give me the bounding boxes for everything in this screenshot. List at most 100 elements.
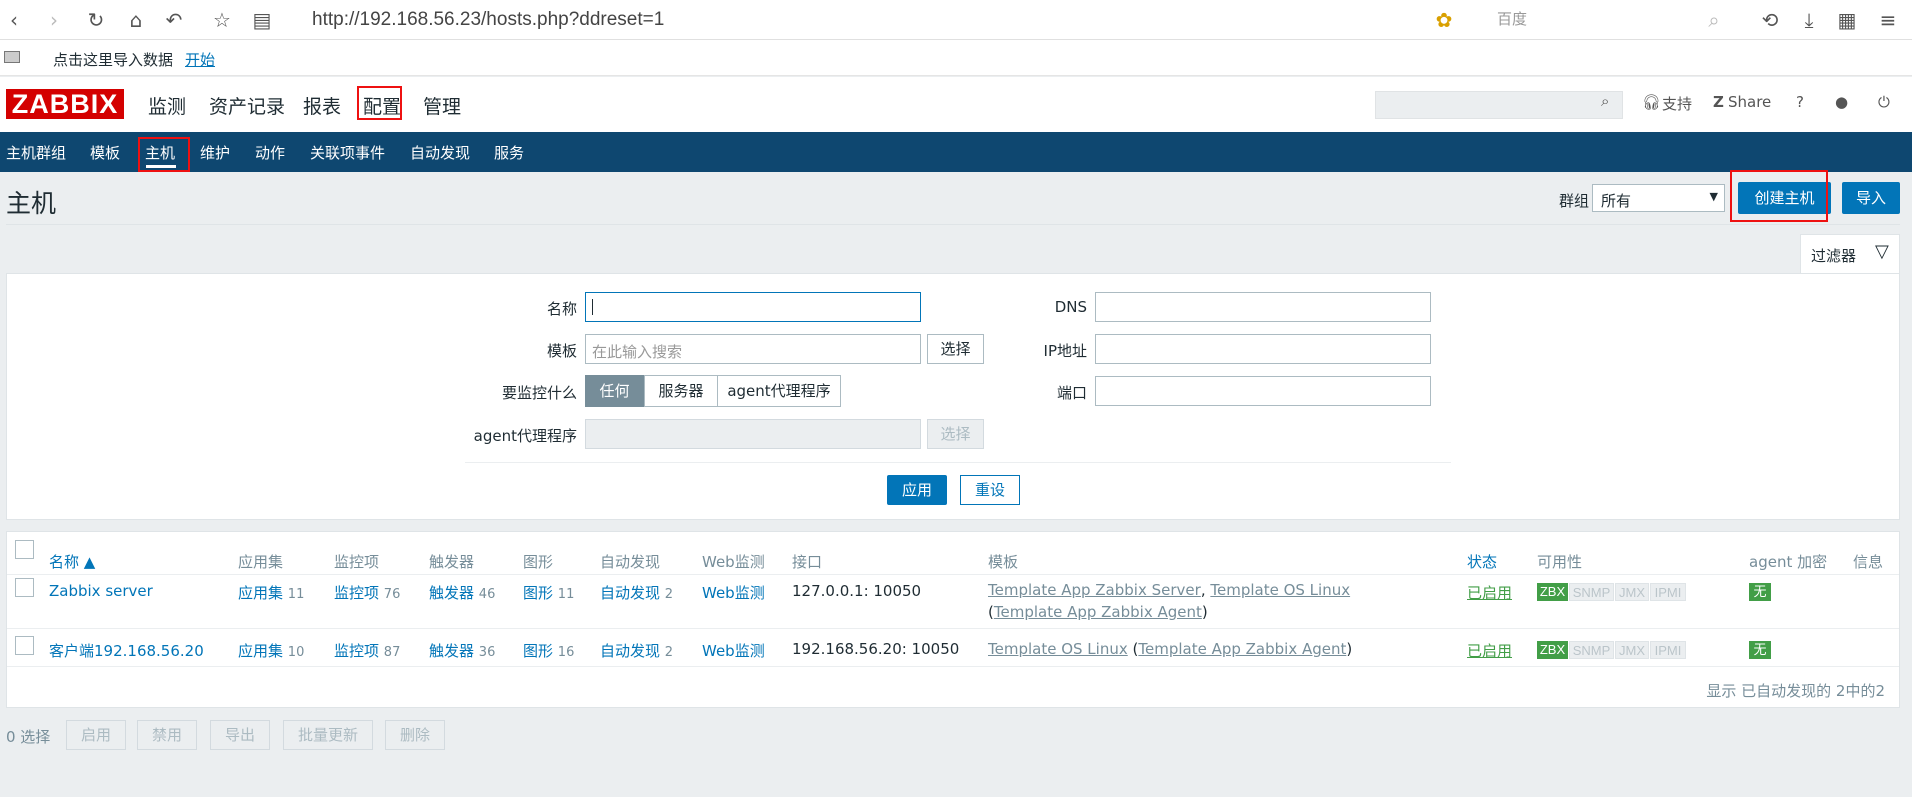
filter-tab[interactable]: 过滤器 ▽: [1800, 234, 1900, 274]
col-web-header: Web监测: [702, 553, 765, 571]
port-input[interactable]: [1095, 376, 1431, 406]
subnav-maintenance[interactable]: 维护: [200, 142, 230, 163]
items-link[interactable]: 监控项: [334, 584, 379, 602]
monitor-label: 要监控什么: [501, 384, 577, 402]
global-search-input[interactable]: [1375, 91, 1623, 119]
browser-search-input[interactable]: 百度: [1497, 8, 1722, 29]
search-icon[interactable]: ⌕: [1601, 92, 1609, 110]
items-link[interactable]: 监控项: [334, 642, 379, 660]
row-divider: [7, 666, 1899, 667]
host-name-link[interactable]: Zabbix server: [49, 582, 153, 600]
ipmi-badge: IPMI: [1650, 641, 1686, 659]
template-input[interactable]: 在此输入搜索: [585, 334, 921, 364]
web-link[interactable]: Web监测: [702, 584, 765, 602]
col-templates-header: 模板: [988, 553, 1019, 571]
web-link[interactable]: Web监测: [702, 642, 765, 660]
apps-icon[interactable]: ▦: [1833, 6, 1861, 34]
ip-label: IP地址: [1043, 342, 1087, 360]
col-items-header: 监控项: [334, 553, 380, 571]
monitor-any-option[interactable]: 任何: [585, 375, 644, 407]
headset-icon[interactable]: 🎧︎: [1642, 93, 1661, 111]
encryption-badge: 无: [1749, 641, 1771, 659]
support-link[interactable]: 支持: [1662, 93, 1692, 114]
subnav-services[interactable]: 服务: [494, 142, 524, 163]
enable-button[interactable]: 启用: [66, 720, 126, 750]
user-profile-icon[interactable]: ●: [1835, 93, 1848, 111]
templates-cell: Template App Zabbix Server, Template OS …: [988, 581, 1351, 621]
logout-icon[interactable]: ⏻: [1878, 93, 1890, 111]
template-select-button[interactable]: 选择: [927, 334, 984, 364]
status-link[interactable]: 已启用: [1467, 584, 1512, 602]
filter-divider: [465, 462, 1451, 463]
monitor-proxy-option[interactable]: agent代理程序: [717, 375, 841, 407]
subnav-host-groups[interactable]: 主机群组: [6, 142, 66, 163]
search-icon[interactable]: ⌕: [1700, 6, 1728, 34]
zabbix-logo[interactable]: ZABBIX: [6, 89, 124, 119]
reader-icon[interactable]: ▤: [248, 6, 276, 34]
template-link[interactable]: Template App Zabbix Server: [988, 581, 1201, 599]
share-icon[interactable]: Z: [1713, 93, 1724, 111]
undo-icon[interactable]: ↶: [160, 6, 188, 34]
star-icon[interactable]: ☆: [208, 6, 236, 34]
template-link[interactable]: Template App Zabbix Agent: [994, 603, 1202, 621]
disable-button[interactable]: 禁用: [137, 720, 197, 750]
discovery-link[interactable]: 自动发现: [600, 584, 660, 602]
triggers-link[interactable]: 触发器: [429, 584, 474, 602]
proxy-select-button: 选择: [927, 419, 984, 449]
page-title: 主机: [6, 189, 57, 218]
address-bar[interactable]: http://192.168.56.23/hosts.php?ddreset=1: [312, 9, 664, 31]
template-link[interactable]: Template OS Linux: [988, 640, 1128, 658]
back-icon[interactable]: ‹: [0, 6, 28, 34]
menu-reports[interactable]: 报表: [303, 92, 341, 119]
discovery-link[interactable]: 自动发现: [600, 642, 660, 660]
start-link[interactable]: 开始: [185, 49, 215, 70]
extension-icon[interactable]: ✿: [1430, 6, 1458, 34]
name-input[interactable]: [585, 292, 921, 322]
port-label: 端口: [1056, 384, 1087, 402]
menu-icon[interactable]: ≡: [1874, 6, 1902, 34]
delete-button[interactable]: 删除: [385, 720, 445, 750]
subnav-correlation[interactable]: 关联项事件: [310, 142, 385, 163]
col-triggers-header: 触发器: [429, 553, 475, 571]
template-link[interactable]: Template App Zabbix Agent: [1138, 640, 1346, 658]
col-status-header[interactable]: 状态: [1467, 551, 1497, 572]
graphs-link[interactable]: 图形: [523, 642, 553, 660]
host-name-link[interactable]: 客户端192.168.56.20: [49, 642, 204, 660]
dns-input[interactable]: [1095, 292, 1431, 322]
reload-icon[interactable]: ↻: [82, 6, 110, 34]
home-icon[interactable]: ⌂: [122, 6, 150, 34]
triggers-link[interactable]: 触发器: [429, 642, 474, 660]
menu-monitoring[interactable]: 监测: [148, 92, 186, 119]
group-select[interactable]: 所有 ▼: [1592, 184, 1725, 212]
menu-administration[interactable]: 管理: [423, 92, 461, 119]
import-button[interactable]: 导入: [1842, 182, 1900, 214]
mass-update-button[interactable]: 批量更新: [283, 720, 373, 750]
subnav-templates[interactable]: 模板: [90, 142, 120, 163]
row-checkbox[interactable]: [15, 636, 34, 655]
forward-icon[interactable]: ›: [40, 6, 68, 34]
download-icon[interactable]: ⤓: [1795, 6, 1823, 34]
graphs-link[interactable]: 图形: [523, 584, 553, 602]
ip-input[interactable]: [1095, 334, 1431, 364]
status-link[interactable]: 已启用: [1467, 642, 1512, 660]
subnav-actions[interactable]: 动作: [255, 142, 285, 163]
help-link[interactable]: ?: [1796, 93, 1804, 111]
sidebar-toggle-icon[interactable]: [4, 51, 20, 63]
apply-button[interactable]: 应用: [887, 475, 947, 505]
col-applications-header: 应用集: [238, 553, 284, 571]
applications-link[interactable]: 应用集: [238, 642, 283, 660]
applications-link[interactable]: 应用集: [238, 584, 283, 602]
filter-panel: 名称 模板 在此输入搜索 选择 要监控什么 任何 服务器 agent代理程序 a…: [6, 273, 1900, 520]
history-icon[interactable]: ⟲: [1756, 6, 1784, 34]
template-link[interactable]: Template OS Linux: [1210, 581, 1350, 599]
monitor-server-option[interactable]: 服务器: [644, 375, 718, 407]
graphs-count: 11: [557, 587, 575, 602]
reset-button[interactable]: 重设: [960, 475, 1020, 505]
export-button[interactable]: 导出: [210, 720, 270, 750]
row-checkbox[interactable]: [15, 578, 34, 597]
share-link[interactable]: Share: [1728, 93, 1771, 111]
col-name-header[interactable]: 名称 ▲: [49, 551, 95, 572]
menu-inventory[interactable]: 资产记录: [209, 92, 285, 119]
select-all-checkbox[interactable]: [15, 540, 34, 559]
subnav-discovery[interactable]: 自动发现: [410, 142, 470, 163]
